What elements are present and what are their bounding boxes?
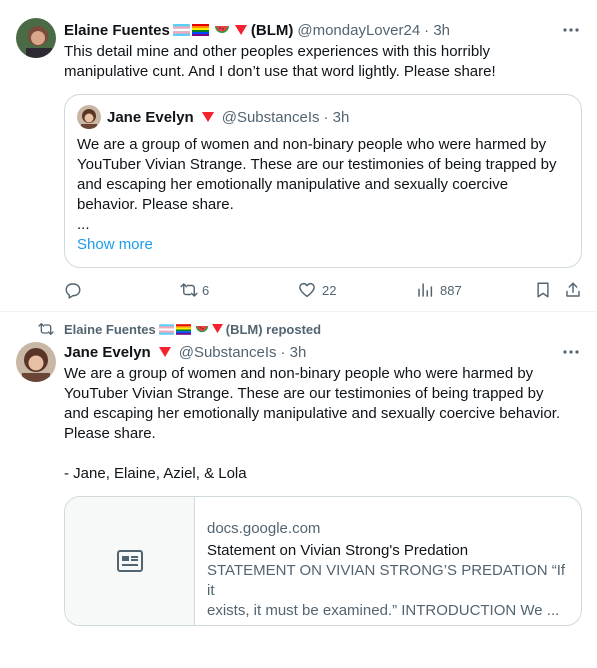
quote-header: Jane Evelyn @SubstanceIs · 3h [77,105,350,129]
link-card[interactable]: docs.google.com Statement on Vivian Stro… [64,496,582,626]
tweet-actions: 6 22 887 [64,280,584,300]
watermelon-icon [214,26,229,33]
rainbow-flag-icon [175,323,191,335]
flags-emoji-group [172,24,247,36]
repost-indicator [38,321,54,337]
tweet-text-line: - Jane, Elaine, Aziel, & Lola [64,465,247,482]
more-dots-icon [563,28,579,32]
rainbow-flag-icon [191,24,209,36]
tweet-text-line: manipulative cunt. And I don’t use that … [64,63,496,80]
author-emoji [158,346,171,358]
quote-ellipsis: ... [77,216,90,233]
quote-text-line: We are a group of women and non-binary p… [77,136,547,153]
author-name-suffix[interactable]: (BLM) [251,22,293,39]
tweet-time[interactable]: · 3h [281,344,307,361]
card-thumbnail [65,497,195,625]
tweet-text-line: YouTuber Vivian Strange. These are our t… [64,385,544,402]
views-button[interactable]: 887 [416,280,462,300]
more-dots-icon [563,350,579,354]
tweet-text-line: and escaping her emotionally manipulativ… [64,405,561,422]
reply-button[interactable] [64,280,82,300]
transgender-flag-icon [172,24,190,36]
quoted-tweet[interactable]: Jane Evelyn @SubstanceIs · 3h We are a g… [64,94,582,268]
reposted-by-line: Elaine Fuentes (BLM) reposted [38,320,321,338]
author-avatar[interactable] [16,18,56,58]
watermelon-icon [195,325,208,332]
card-description: STATEMENT ON VIVIAN STRONG’S PREDATION “… [207,561,573,621]
share-button[interactable] [564,280,582,300]
reposted-by-suffix: (BLM) reposted [225,321,322,337]
repost-icon [180,283,198,297]
more-options-button[interactable] [561,342,581,362]
share-icon [566,282,580,297]
red-triangle-icon [158,346,171,357]
quote-emoji [201,111,214,123]
tweet-text-spacer [64,444,584,464]
author-handle[interactable]: @SubstanceIs [179,344,277,361]
show-more-link[interactable]: Show more [77,235,153,255]
author-handle[interactable]: @mondayLover24 [297,22,420,39]
flags-emoji-group [158,323,223,335]
tweet-text: We are a group of women and non-binary p… [64,364,584,484]
bookmark-icon [537,282,549,298]
like-button[interactable]: 22 [298,280,336,300]
document-icon [116,550,143,572]
heart-icon [299,282,315,298]
repost-icon [38,323,54,335]
tweet-text-line: Please share. [64,425,156,442]
transgender-flag-icon [158,323,174,335]
red-triangle-icon [201,111,214,122]
tweet-text: This detail mine and other peoples exper… [64,42,584,82]
red-triangle-icon [211,324,223,334]
quote-author-handle[interactable]: @SubstanceIs [222,109,320,126]
tweet-header: Elaine Fuentes (BLM) @mondayLover24 · 3h [64,20,450,40]
quote-text-line: YouTuber Vivian Strange. These are our t… [77,156,557,173]
author-avatar[interactable] [16,342,56,382]
views-chart-icon [418,283,433,297]
author-name[interactable]: Elaine Fuentes [64,22,170,39]
quote-author-name[interactable]: Jane Evelyn [107,109,194,126]
reposted-by-name[interactable]: Elaine Fuentes [64,322,156,337]
views-count: 887 [440,282,462,298]
reply-icon [65,283,81,299]
tweet-2[interactable]: Elaine Fuentes (BLM) reposted Jane Evely… [0,312,597,668]
card-description-line: STATEMENT ON VIVIAN STRONG’S PREDATION “… [207,562,566,599]
quote-author-avatar[interactable] [77,105,101,129]
card-title: Statement on Vivian Strong's Predation [207,542,469,559]
tweet-header: Jane Evelyn @SubstanceIs · 3h [64,342,306,362]
bookmark-button[interactable] [534,280,552,300]
like-count: 22 [322,282,337,298]
author-name[interactable]: Jane Evelyn [64,344,151,361]
repost-count: 6 [202,282,210,298]
quote-text: We are a group of women and non-binary p… [77,135,571,215]
red-triangle-icon [234,24,247,35]
repost-button[interactable]: 6 [180,280,209,300]
quote-time[interactable]: · 3h [324,109,350,126]
tweet-time[interactable]: · 3h [424,22,450,39]
tweet-text-line: We are a group of women and non-binary p… [64,365,534,382]
card-description-line: exists, it must be examined.” INTRODUCTI… [207,602,560,619]
quote-text-line: behavior. Please share. [77,196,234,213]
tweet-text-line: This detail mine and other peoples exper… [64,43,491,60]
card-domain: docs.google.com [207,520,321,537]
tweet-1[interactable]: Elaine Fuentes (BLM) @mondayLover24 · 3h… [0,0,597,312]
more-options-button[interactable] [561,20,581,40]
quote-text-line: and escaping her emotionally manipulativ… [77,176,509,193]
